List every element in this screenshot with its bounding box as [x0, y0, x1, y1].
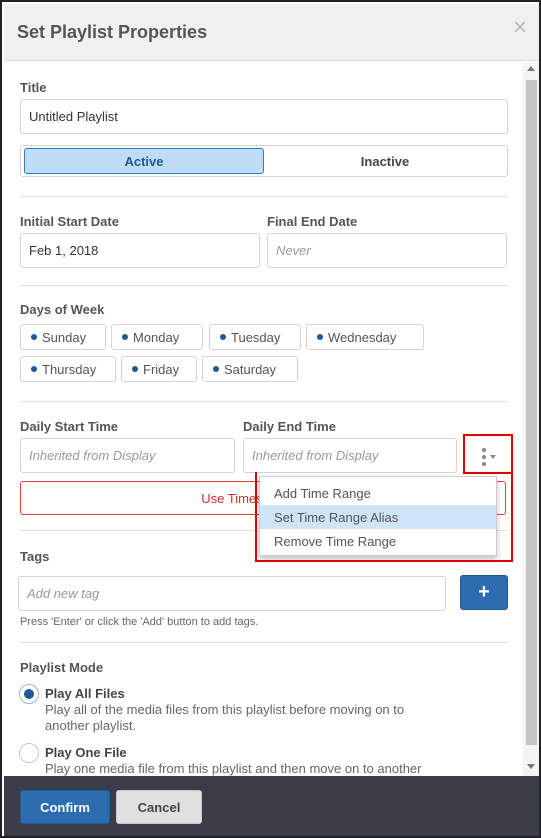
day-label: Friday [143, 361, 180, 377]
day-monday[interactable]: Monday [111, 324, 203, 350]
selected-dot-icon [122, 334, 128, 340]
cancel-button[interactable]: Cancel [116, 790, 202, 824]
day-label: Tuesday [231, 329, 281, 345]
title-input[interactable]: Untitled Playlist [20, 99, 508, 134]
tags-label: Tags [20, 549, 50, 564]
play-all-files-title: Play All Files [45, 686, 125, 701]
desc-line: Play one media file from this playlist a… [45, 761, 422, 776]
play-one-file-desc: Play one media file from this playlist a… [45, 761, 422, 776]
tag-input[interactable]: Add new tag [18, 576, 446, 611]
divider [20, 401, 508, 402]
daily-end-time-label: Daily End Time [243, 419, 336, 434]
selected-dot-icon [31, 366, 37, 372]
daily-end-time-input[interactable]: Inherited from Display [243, 438, 457, 473]
active-option[interactable]: Active [24, 148, 264, 174]
start-date-label: Initial Start Date [20, 214, 119, 229]
scroll-down-icon[interactable] [527, 764, 535, 769]
dialog-title: Set Playlist Properties [17, 22, 208, 42]
day-label: Sunday [42, 329, 87, 345]
day-label: Wednesday [328, 329, 397, 345]
scrollbar-thumb[interactable] [526, 80, 537, 745]
close-icon[interactable]: × [513, 16, 527, 40]
start-date-input[interactable]: Feb 1, 2018 [20, 233, 260, 268]
play-all-files-desc: Play all of the media files from this pl… [45, 702, 404, 734]
day-sunday[interactable]: Sunday [20, 324, 106, 350]
inactive-option[interactable]: Inactive [265, 148, 505, 174]
scrollbar[interactable] [523, 62, 539, 776]
status-toggle: Active Inactive [20, 145, 508, 177]
highlight-box [463, 434, 513, 474]
selected-dot-icon [220, 334, 226, 340]
highlight-box [255, 472, 513, 562]
day-label: Saturday [224, 361, 277, 377]
selected-dot-icon [31, 334, 37, 340]
divider [20, 642, 508, 643]
day-tuesday[interactable]: Tuesday [209, 324, 301, 350]
selected-dot-icon [317, 334, 323, 340]
divider [20, 196, 508, 197]
selected-dot-icon [132, 366, 138, 372]
desc-line: Play all of the media files from this pl… [45, 702, 405, 717]
scroll-up-icon[interactable] [527, 66, 535, 71]
day-label: Thursday [42, 361, 97, 377]
play-one-file-title: Play One File [45, 745, 127, 760]
end-date-input[interactable]: Never [267, 233, 507, 268]
dialog-body: Title Untitled Playlist Active Inactive … [4, 62, 523, 776]
selected-dot-icon [213, 366, 219, 372]
title-label: Title [20, 80, 47, 95]
daily-start-time-label: Daily Start Time [20, 419, 119, 434]
day-saturday[interactable]: Saturday [202, 356, 298, 382]
day-friday[interactable]: Friday [121, 356, 197, 382]
dialog-header: Set Playlist Properties × [4, 4, 539, 61]
days-of-week-label: Days of Week [20, 302, 105, 317]
day-label: Monday [133, 329, 180, 345]
tags-hint: Press 'Enter' or click the 'Add' button … [20, 616, 259, 628]
playlist-mode-label: Playlist Mode [20, 660, 104, 675]
playlist-properties-dialog: Set Playlist Properties × Title Untitled… [0, 0, 541, 838]
dialog-footer: Confirm Cancel [4, 776, 539, 836]
play-all-files-radio[interactable] [19, 684, 39, 704]
end-date-label: Final End Date [267, 214, 358, 229]
day-thursday[interactable]: Thursday [20, 356, 116, 382]
add-tag-button[interactable]: + [460, 575, 508, 610]
day-wednesday[interactable]: Wednesday [306, 324, 424, 350]
confirm-button[interactable]: Confirm [20, 790, 110, 824]
play-one-file-radio[interactable] [19, 743, 39, 763]
divider [20, 285, 508, 286]
daily-start-time-input[interactable]: Inherited from Display [20, 438, 235, 473]
desc-line: another playlist. [45, 718, 137, 733]
